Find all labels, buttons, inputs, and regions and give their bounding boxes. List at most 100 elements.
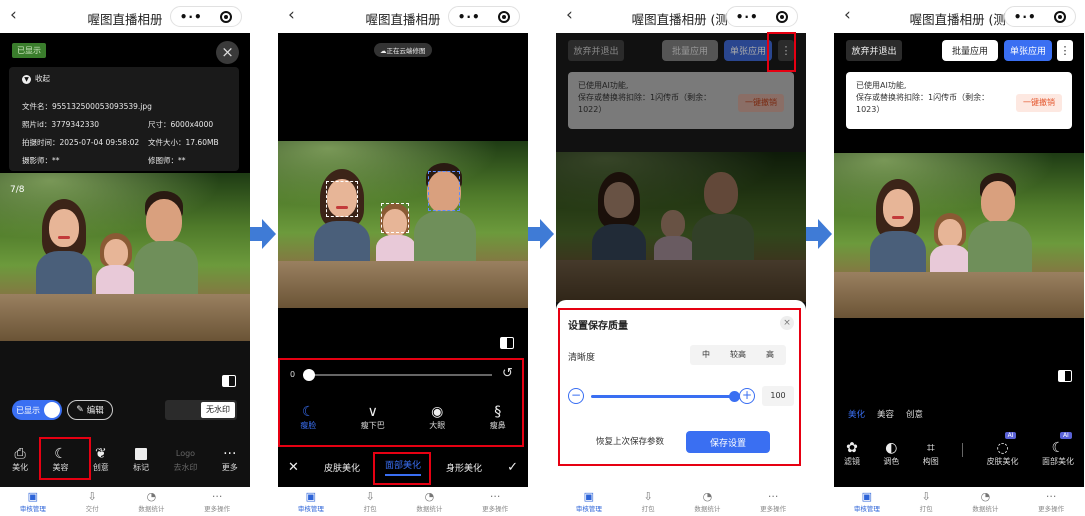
tab-stats[interactable]: ◔ 数据统计: [972, 491, 998, 514]
back-icon[interactable]: ‹: [844, 7, 851, 24]
tool-beautify[interactable]: ⎙ 美化: [12, 446, 28, 473]
tool-more[interactable]: ··· 更多: [222, 446, 238, 473]
family-photo: [556, 152, 806, 302]
watermark-label: 无水印: [201, 402, 235, 418]
palette-icon: ◐: [885, 440, 898, 456]
toggle-label: 已显示: [16, 406, 40, 415]
subtab-creative[interactable]: 创意: [906, 408, 923, 420]
single-apply-button[interactable]: 单张应用: [724, 40, 772, 61]
tab-deliver[interactable]: ⇩ 交付: [86, 491, 99, 514]
single-apply-button[interactable]: 单张应用: [1004, 40, 1052, 61]
tool-color[interactable]: ◐ 调色: [883, 440, 899, 467]
more-icon: ···: [223, 446, 237, 462]
batch-apply-button[interactable]: 批量应用: [662, 40, 718, 61]
screen-save-quality: ‹ 喔图直播相册 (测… •·• 放弃并退出 批量应用 单张应用 ⋮ 已使用AI…: [556, 0, 806, 516]
compare-icon[interactable]: [500, 337, 514, 349]
tab-more[interactable]: ··· 更多操作: [760, 491, 786, 514]
subtab-beauty[interactable]: 美容: [877, 408, 894, 420]
menu-dots-icon[interactable]: •·•: [736, 10, 759, 24]
edit-tool-row: ✿ 滤镜 ◐ 调色 ⌗ 构图 AI ◌ 皮肤美化 AI ☾ 面部美化: [834, 432, 1084, 467]
tab-more[interactable]: ··· 更多操作: [482, 491, 508, 514]
cancel-icon[interactable]: ✕: [288, 460, 299, 475]
tool-crop[interactable]: ⌗ 构图: [923, 440, 939, 467]
watermark-switch[interactable]: 无水印: [165, 400, 237, 420]
toggle-knob: [44, 402, 60, 418]
crop-icon: ⌗: [926, 440, 935, 456]
screen-photo-info: ‹ 喔图直播相册 •·• 已显示 × ▼ 收起 文件名：9551325000530…: [0, 0, 250, 516]
review-icon: ▣: [305, 490, 317, 503]
bottom-tabbar: ▣ 审核管理 ⇩ 打包 ◔ 数据统计 ··· 更多操作: [278, 487, 528, 516]
close-miniprogram-icon[interactable]: [498, 10, 511, 23]
close-icon[interactable]: ×: [216, 41, 239, 64]
filter-icon: ✿: [846, 440, 858, 456]
collapse-toggle[interactable]: ▼ 收起: [22, 73, 50, 84]
category-body[interactable]: 身形美化: [446, 461, 482, 474]
tool-mark[interactable]: 标记: [133, 446, 149, 473]
compare-icon[interactable]: [1058, 370, 1072, 382]
tab-package[interactable]: ⇩ 打包: [642, 491, 655, 514]
family-photo: [278, 141, 528, 308]
tab-review[interactable]: ▣ 审核管理: [20, 491, 46, 514]
tab-stats[interactable]: ◔ 数据统计: [138, 491, 164, 514]
edit-label: 编辑: [86, 406, 104, 416]
menu-dots-icon[interactable]: •·•: [1014, 10, 1037, 24]
miniprogram-capsule[interactable]: •·•: [170, 6, 242, 27]
undo-all-button[interactable]: 一键撤销: [1016, 94, 1062, 112]
tool-remove-watermark[interactable]: Logo 去水印: [173, 446, 197, 473]
miniprogram-capsule[interactable]: •·•: [448, 6, 520, 27]
close-miniprogram-icon[interactable]: [776, 10, 789, 23]
tab-review[interactable]: ▣ 审核管理: [576, 490, 602, 514]
show-toggle[interactable]: 已显示: [12, 400, 62, 420]
tab-package[interactable]: ⇩ 打包: [364, 491, 377, 514]
bottom-tabbar: ▣ 审核管理 ⇩ 打包 ◔ 数据统计 ··· 更多操作: [834, 487, 1084, 516]
family-photo: [834, 153, 1084, 318]
tab-more[interactable]: ··· 更多操作: [204, 491, 230, 514]
compare-icon[interactable]: [222, 375, 236, 387]
tab-more[interactable]: ··· 更多操作: [1038, 491, 1064, 514]
photo-counter: 7/8: [10, 185, 25, 195]
miniprogram-capsule[interactable]: •·•: [1004, 6, 1076, 27]
review-icon: ▣: [861, 490, 873, 503]
subtab-beautify[interactable]: 美化: [848, 408, 865, 420]
miniprogram-navbar: ‹ 喔图直播相册 •·•: [0, 0, 250, 33]
edit-tool-row: ⎙ 美化 ☾ 美容 ❦ 创意 标记 Logo 去水印 ··· 更多: [0, 446, 250, 473]
tool-face[interactable]: AI ☾ 面部美化: [1042, 432, 1074, 467]
tool-filter[interactable]: ✿ 滤镜: [844, 440, 860, 467]
undo-all-button[interactable]: 一键撤销: [738, 94, 784, 112]
tool-skin[interactable]: AI ◌ 皮肤美化: [987, 432, 1019, 467]
discard-exit-button[interactable]: 放弃并退出: [846, 40, 902, 61]
logo-icon: Logo: [175, 449, 196, 458]
confirm-icon[interactable]: ✓: [507, 460, 518, 475]
tab-stats[interactable]: ◔ 数据统计: [694, 490, 720, 514]
discard-exit-button[interactable]: 放弃并退出: [568, 40, 624, 61]
tab-package[interactable]: ⇩ 打包: [920, 491, 933, 514]
tab-review[interactable]: ▣ 审核管理: [298, 490, 324, 514]
screen-face-beautify: ‹ 喔图直播相册 •·• ☁正在云端修图 0 ↺ ☾ 瘦脸 ∨ 瘦下巴 ◉ 大眼 § 瘦…: [278, 0, 528, 516]
ai-notice: 已使用AI功能, 保存或替换将扣除：1闪传币（剩余： 1022） 一键撤销: [568, 72, 794, 129]
menu-dots-icon[interactable]: •·•: [458, 10, 481, 24]
beautify-icon: ⎙: [14, 446, 26, 462]
close-miniprogram-icon[interactable]: [220, 10, 233, 23]
tool-creative[interactable]: ❦ 创意: [93, 446, 109, 473]
retoucher: 修图师：**: [148, 156, 186, 165]
more-vert-button[interactable]: ⋮: [1057, 40, 1073, 61]
tab-stats[interactable]: ◔ 数据统计: [416, 490, 442, 514]
close-miniprogram-icon[interactable]: [1054, 10, 1067, 23]
edit-button[interactable]: ✎ 编辑: [67, 400, 113, 420]
creative-icon: ❦: [94, 446, 107, 462]
menu-dots-icon[interactable]: •·•: [180, 10, 203, 24]
stats-icon: ◔: [424, 490, 435, 503]
shown-badge: 已显示: [12, 43, 46, 58]
category-skin[interactable]: 皮肤美化: [324, 461, 360, 474]
highlight-more-button: [767, 32, 796, 72]
photo-id: 照片id：3779342330: [22, 120, 100, 129]
miniprogram-capsule[interactable]: •·•: [726, 6, 798, 27]
tab-review[interactable]: ▣ 审核管理: [854, 490, 880, 514]
review-icon: ▣: [583, 490, 595, 503]
ai-badge: AI: [1004, 432, 1017, 439]
batch-apply-button[interactable]: 批量应用: [942, 40, 998, 61]
back-icon[interactable]: ‹: [566, 7, 573, 24]
bottom-tabbar: ▣ 审核管理 ⇩ 打包 ◔ 数据统计 ··· 更多操作: [556, 487, 806, 516]
screen-apply-result: ‹ 喔图直播相册 (测… •·• 放弃并退出 批量应用 单张应用 ⋮ 已使用AI…: [834, 0, 1084, 516]
stats-icon: ◔: [702, 490, 713, 503]
